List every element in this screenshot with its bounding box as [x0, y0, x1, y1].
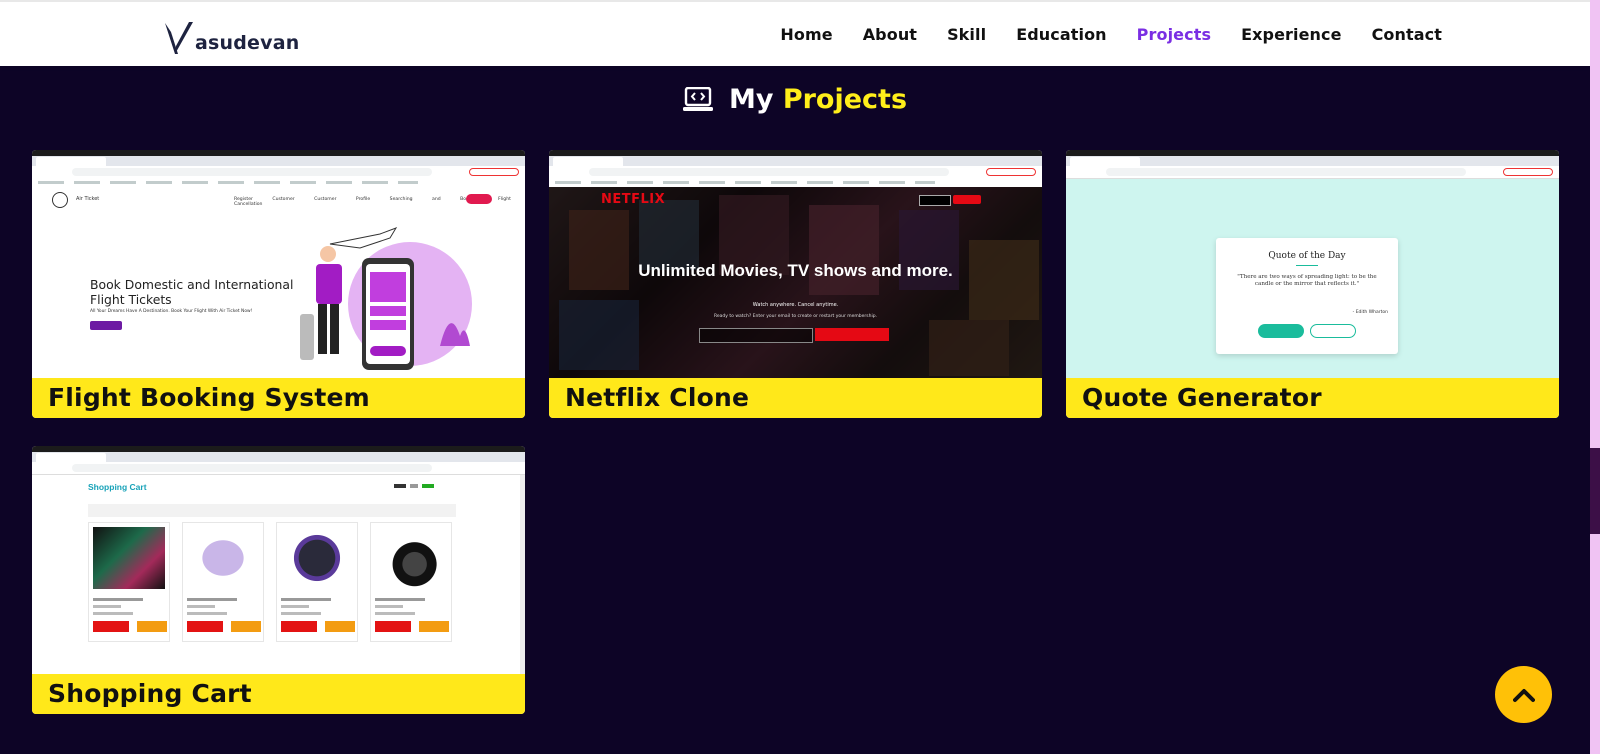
heading-accent: Projects: [782, 84, 908, 115]
preview-quote: "There are two ways of spreading light: …: [1237, 274, 1377, 287]
nav-education[interactable]: Education: [1016, 25, 1106, 44]
project-thumbnail: Air Ticket Register Customer Customer Pr…: [32, 150, 525, 378]
project-title: Netflix Clone: [549, 378, 1042, 418]
preview-sub: All Your Dreams Have A Destination. Book…: [90, 309, 253, 314]
project-thumbnail: NETFLIX Unlimited Movies, TV shows and m…: [549, 150, 1042, 378]
preview-card-title: Quote of the Day: [1268, 251, 1346, 261]
project-title: Quote Generator: [1066, 378, 1559, 418]
preview-headline: Unlimited Movies, TV shows and more.: [638, 261, 953, 280]
logo-v-icon: [165, 22, 193, 54]
project-thumbnail: Quote of the Day "There are two ways of …: [1066, 150, 1559, 378]
project-card-quote-generator[interactable]: Quote of the Day "There are two ways of …: [1066, 150, 1559, 418]
project-card-shopping-cart[interactable]: Shopping Cart Shopping Cart: [32, 446, 525, 714]
nav-about[interactable]: About: [863, 25, 917, 44]
heading-prefix: My: [728, 84, 774, 115]
page-scrollbar[interactable]: [1590, 0, 1600, 754]
project-title: Shopping Cart: [32, 674, 525, 714]
brand-name: asudevan: [195, 32, 300, 54]
preview-headline: Book Domestic and International Flight T…: [90, 277, 294, 307]
laptop-code-icon: [682, 86, 713, 111]
preview-brand: Air Ticket: [76, 196, 100, 202]
nav-projects[interactable]: Projects: [1137, 25, 1211, 44]
netflix-logo: NETFLIX: [601, 192, 666, 207]
project-card-flight-booking[interactable]: Air Ticket Register Customer Customer Pr…: [32, 150, 525, 418]
chevron-up-icon: [1512, 688, 1535, 702]
preview-author: - Edith Wharton: [1352, 310, 1388, 315]
nav-experience[interactable]: Experience: [1241, 25, 1342, 44]
scrollbar-thumb[interactable]: [1590, 448, 1600, 534]
section-heading: My Projects: [0, 84, 1590, 115]
back-to-top-button[interactable]: [1495, 666, 1552, 723]
project-title: Flight Booking System: [32, 378, 525, 418]
traveler-illustration: [300, 227, 472, 370]
plane-logo-icon: [52, 192, 68, 208]
preview-sub: Watch anywhere. Cancel anytime.: [752, 302, 839, 308]
project-thumbnail: Shopping Cart: [32, 446, 525, 674]
preview-brand: Shopping Cart: [88, 482, 147, 492]
navbar: asudevan Home About Skill Education Proj…: [0, 0, 1590, 66]
nav-contact[interactable]: Contact: [1372, 25, 1442, 44]
brand-logo[interactable]: asudevan: [163, 16, 299, 56]
nav-home[interactable]: Home: [780, 25, 832, 44]
main-nav: Home About Skill Education Projects Expe…: [750, 25, 1442, 44]
project-card-netflix-clone[interactable]: NETFLIX Unlimited Movies, TV shows and m…: [549, 150, 1042, 418]
nav-skill[interactable]: Skill: [947, 25, 986, 44]
preview-sub2: Ready to watch? Enter your email to crea…: [713, 314, 877, 319]
